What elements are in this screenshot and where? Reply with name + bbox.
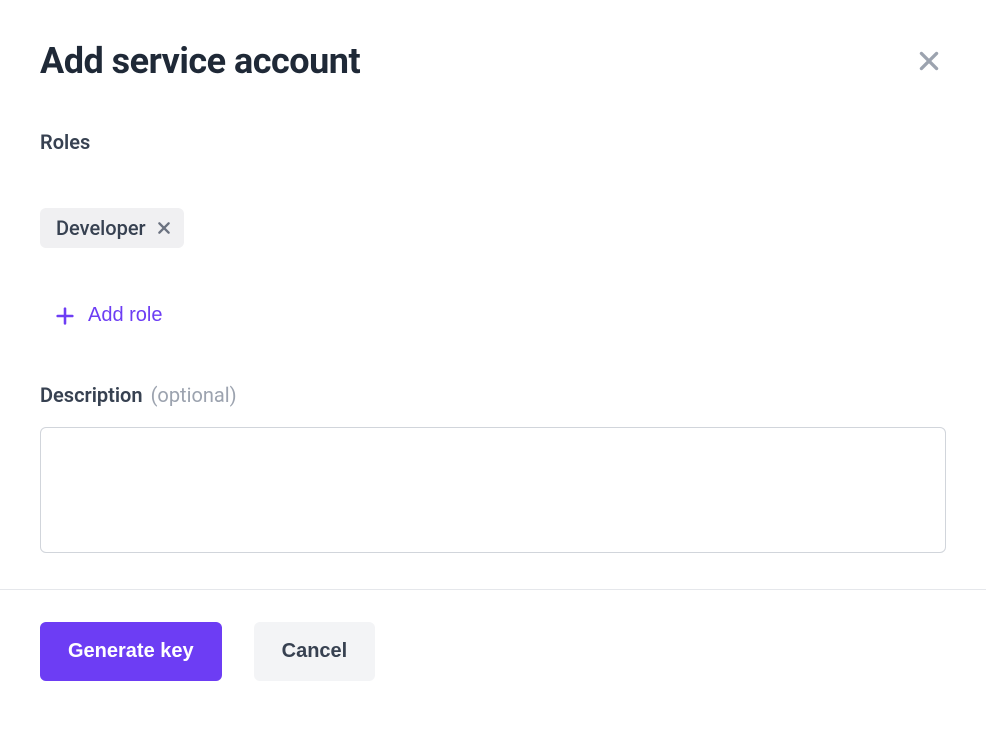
add-role-button[interactable]: Add role [54,304,163,327]
roles-label: Roles [40,130,946,154]
modal-footer: Generate key Cancel [0,589,986,713]
generate-key-button[interactable]: Generate key [40,622,222,681]
role-chip-label: Developer [56,216,146,240]
close-icon [916,48,942,74]
plus-icon [54,305,76,327]
description-label: Description [40,383,143,407]
add-role-label: Add role [88,304,163,327]
roles-chips: Developer [40,208,946,248]
description-textarea[interactable] [40,427,946,553]
role-chip-remove-button[interactable] [156,220,172,236]
modal-header: Add service account [40,40,946,82]
cancel-button[interactable]: Cancel [254,622,376,681]
add-service-account-modal: Add service account Roles Developer [0,0,986,589]
modal-content: Add service account Roles Developer [40,40,946,589]
description-optional-label: (optional) [151,383,237,407]
description-label-row: Description (optional) [40,383,946,407]
modal-title: Add service account [40,40,360,82]
role-chip: Developer [40,208,184,248]
close-icon [156,220,172,236]
close-button[interactable] [912,44,946,78]
